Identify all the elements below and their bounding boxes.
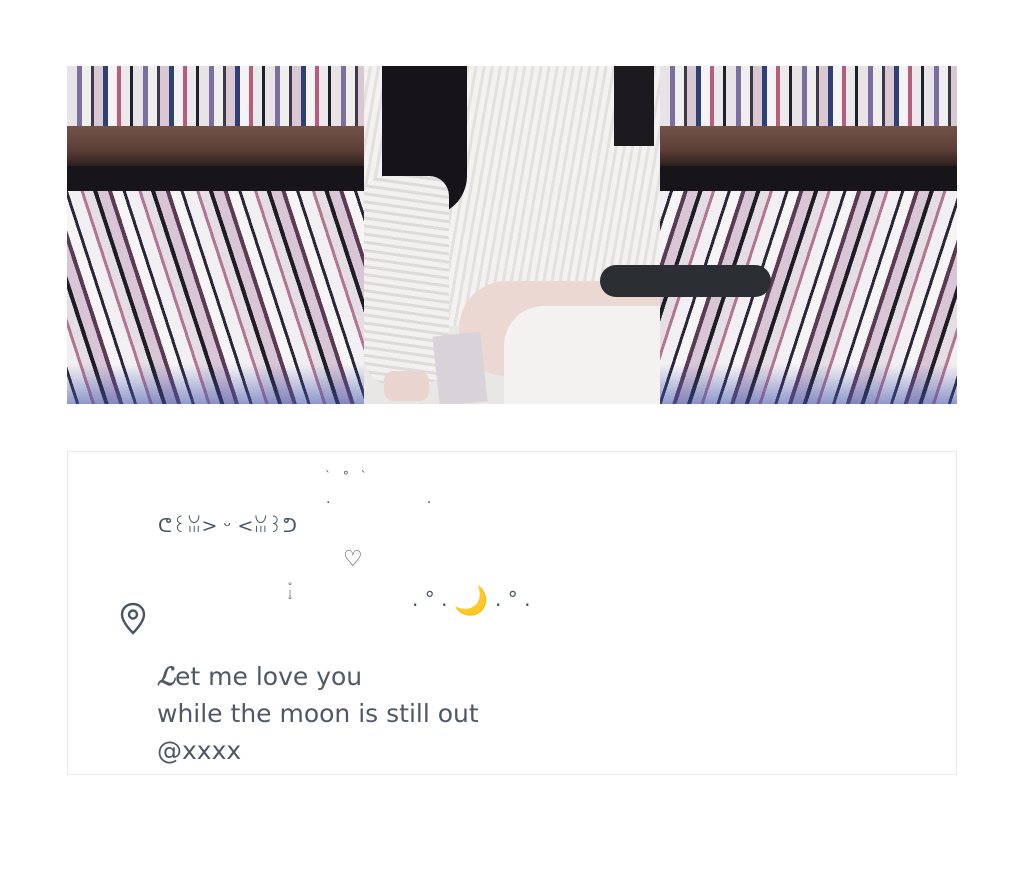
bio-script-letter: ℒ <box>157 662 176 691</box>
bio-line-1: ℒet me love you <box>157 658 479 695</box>
banner-panel-middle <box>364 66 660 404</box>
heart-icon: ♡ <box>343 547 363 572</box>
profile-bio: ℒet me love you while the moon is still … <box>157 658 479 769</box>
map-pin-icon <box>120 602 146 635</box>
sock <box>504 306 660 404</box>
moon-line: . ° . 🌙 . ° . <box>412 580 531 617</box>
hand <box>384 371 429 401</box>
magazine <box>432 331 488 404</box>
dots-decoration: . . <box>326 491 478 507</box>
books-tint <box>660 364 957 404</box>
banner-panel-right <box>660 66 957 404</box>
moon-dots-left: . ° . <box>412 587 448 611</box>
moon-icon: 🌙 <box>453 584 489 617</box>
shelf-board <box>67 126 364 166</box>
bio-line-2: while the moon is still out <box>157 699 479 728</box>
sparkle-decoration: ` ° ` <box>325 469 371 483</box>
redaction-bar <box>600 265 771 297</box>
bio-line-1-text: et me love you <box>175 662 363 691</box>
header-banner[interactable] <box>67 66 957 404</box>
banner-panel-left <box>67 66 364 404</box>
hair-right <box>614 66 654 146</box>
bio-handle[interactable]: @xxxx <box>157 732 479 769</box>
books-tint <box>67 364 364 404</box>
dotted-line-decoration: ° ⁞ ° <box>287 582 293 606</box>
profile-card: ` ° ` . . ᕦ꒰ꈍ> ᵕ <ꈍ꒱ᕤ ♡ ° ⁞ ° . ° . 🌙 . ° … <box>67 451 957 775</box>
shelf-board <box>660 126 957 166</box>
kaomoji-decoration: ᕦ꒰ꈍ> ᵕ <ꈍ꒱ᕤ <box>158 515 297 537</box>
moon-dots-right: . ° . <box>495 587 531 611</box>
